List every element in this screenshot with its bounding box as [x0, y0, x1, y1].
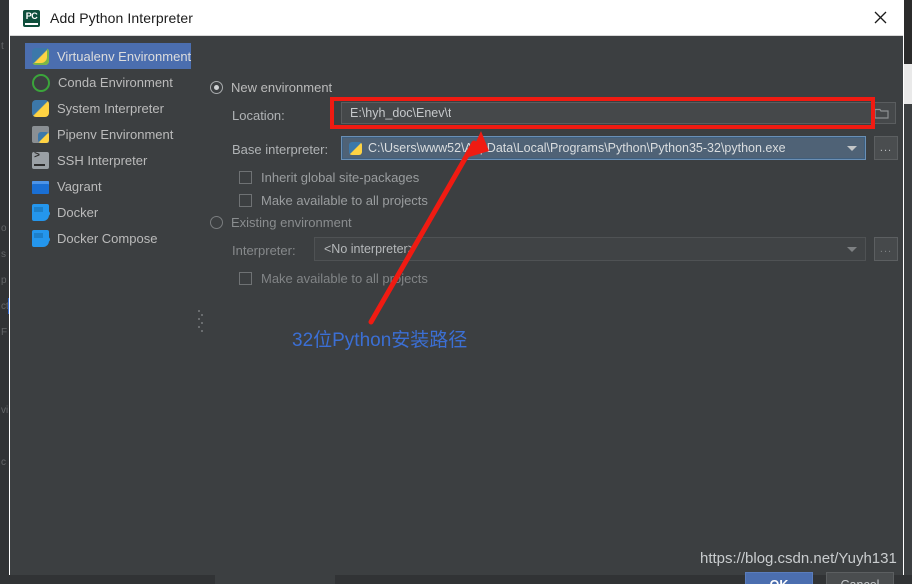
radio-label: Existing environment [231, 215, 352, 230]
radio-existing-environment[interactable]: Existing environment [210, 215, 352, 230]
chevron-down-icon[interactable] [847, 146, 857, 151]
radio-new-environment[interactable]: New environment [210, 80, 332, 95]
conda-circle-icon [32, 73, 50, 92]
base-interpreter-browse-button[interactable]: ... [874, 136, 898, 160]
base-interpreter-value: C:\Users\www52\AppData\Local\Programs\Py… [368, 141, 786, 155]
checkbox-box[interactable] [239, 272, 252, 285]
checkbox-box[interactable] [239, 171, 252, 184]
dialog-titlebar: PC Add Python Interpreter [10, 1, 903, 36]
close-icon[interactable] [857, 1, 903, 34]
sidebar-item-label: Virtualenv Environment [57, 48, 192, 64]
interpreter-label: Interpreter: [232, 243, 296, 258]
sidebar-item-virtualenv-environment[interactable]: Virtualenv Environment [25, 43, 191, 69]
sidebar-item-system-interpreter[interactable]: System Interpreter [25, 95, 191, 121]
python-icon [32, 99, 49, 117]
sidebar-item-label: Docker Compose [57, 230, 158, 246]
chevron-down-icon[interactable] [847, 247, 857, 252]
python-venv-icon [32, 47, 49, 65]
sidebar-item-ssh-interpreter[interactable]: SSH Interpreter [25, 147, 191, 173]
sidebar-item-label: SSH Interpreter [57, 152, 148, 168]
pipenv-folder-icon [32, 125, 49, 143]
watermark-text: https://blog.csdn.net/Yuyh131 [700, 550, 897, 567]
docker-compose-icon [32, 229, 50, 247]
location-input[interactable]: E:\hyh_doc\Enev\t [341, 102, 896, 124]
sidebar-item-label: Pipenv Environment [57, 126, 174, 142]
sidebar-item-vagrant[interactable]: Vagrant [25, 173, 191, 199]
interpreter-value: <No interpreter> [324, 242, 416, 256]
radio-label: New environment [231, 80, 333, 95]
base-interpreter-label: Base interpreter: [232, 142, 329, 157]
dialog-body: Virtualenv Environment Conda Environment… [10, 36, 903, 584]
python-icon [349, 141, 362, 155]
background-bottom-segment [215, 575, 335, 584]
interpreter-settings-pane: New environment Location: E:\hyh_doc\Ene… [206, 36, 903, 575]
location-value: E:\hyh_doc\Enev\t [350, 106, 452, 120]
checkbox-label: Inherit global site-packages [261, 170, 420, 185]
checkbox-make-available-all-projects-new[interactable]: Make available to all projects [239, 193, 428, 208]
add-python-interpreter-dialog: PC Add Python Interpreter Virtualenv Env… [9, 0, 904, 584]
background-right-highlight [904, 64, 912, 104]
sidebar-item-label: Docker [57, 204, 99, 220]
terminal-icon [32, 151, 49, 169]
checkbox-label: Make available to all projects [261, 193, 428, 208]
interpreter-combobox[interactable]: <No interpreter> [314, 237, 866, 261]
cancel-button[interactable]: Cancel [826, 572, 894, 584]
pycharm-icon: PC [23, 9, 40, 27]
vagrant-icon [32, 180, 49, 194]
checkbox-inherit-global-site-packages[interactable]: Inherit global site-packages [239, 170, 419, 185]
checkbox-make-available-all-projects-existing[interactable]: Make available to all projects [239, 271, 428, 286]
checkbox-box[interactable] [239, 194, 252, 207]
location-label: Location: [232, 108, 285, 123]
splitter-handle[interactable] [198, 308, 204, 332]
screen: t o s p ct F vi c PC Add Python Interpre… [0, 0, 912, 584]
ok-button[interactable]: OK [745, 572, 813, 584]
sidebar-item-docker-compose[interactable]: Docker Compose [25, 225, 191, 251]
radio-indicator [210, 81, 223, 94]
base-interpreter-combobox[interactable]: C:\Users\www52\AppData\Local\Programs\Py… [341, 136, 866, 160]
environment-type-list[interactable]: Virtualenv Environment Conda Environment… [25, 43, 191, 513]
background-right-gutter [904, 104, 912, 554]
sidebar-item-label: Vagrant [57, 178, 102, 194]
callout-text: 32位Python安装路径 [292, 330, 468, 351]
sidebar-item-label: Conda Environment [58, 74, 173, 90]
docker-whale-icon [32, 203, 50, 221]
folder-browse-icon[interactable] [874, 107, 889, 119]
interpreter-browse-button[interactable]: ... [874, 237, 898, 261]
sidebar-item-pipenv-environment[interactable]: Pipenv Environment [25, 121, 191, 147]
sidebar-item-label: System Interpreter [57, 100, 164, 116]
sidebar-item-conda-environment[interactable]: Conda Environment [25, 69, 191, 95]
background-right-dark [904, 0, 912, 64]
checkbox-label: Make available to all projects [261, 271, 428, 286]
dialog-title: Add Python Interpreter [50, 10, 194, 26]
radio-indicator [210, 216, 223, 229]
sidebar-item-docker[interactable]: Docker [25, 199, 191, 225]
